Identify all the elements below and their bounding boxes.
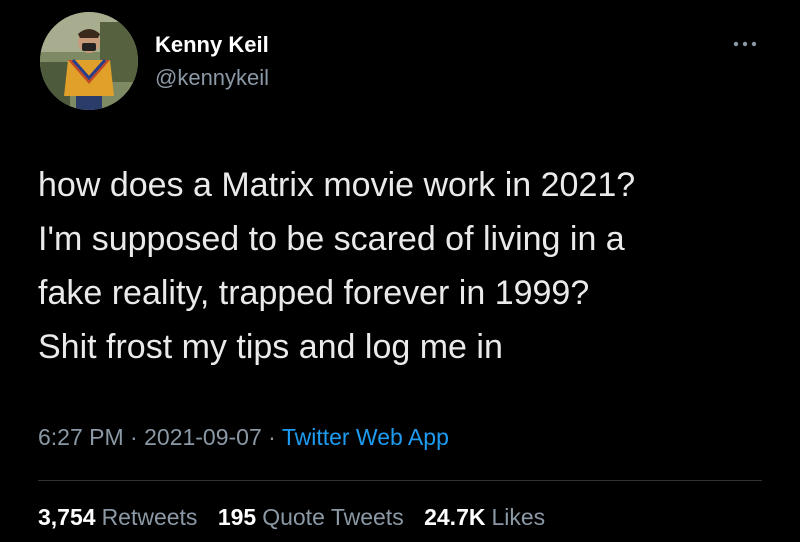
quote-tweets-label: Quote Tweets [262,504,404,530]
tweet-time[interactable]: 6:27 PM [38,424,124,450]
author-display-name[interactable]: Kenny Keil [155,32,269,58]
divider [38,480,762,481]
tweet-source-link[interactable]: Twitter Web App [282,424,449,450]
meta-separator: · [130,424,138,450]
retweets-label: Retweets [101,504,198,530]
tweet-text-line: I'm supposed to be scared of living in a [38,220,625,258]
likes-label: Likes [491,504,546,530]
tweet-text-line: fake reality, trapped forever in 1999? [38,274,590,312]
tweet-stats: 3,754 Retweets 195 Quote Tweets 24.7K Likes [38,502,559,532]
avatar-image [40,12,138,110]
quote-tweets-count: 195 [217,504,257,530]
likes-stat[interactable]: 24.7K Likes [424,504,545,530]
meta-separator: · [268,424,276,450]
tweet-text: how does a Matrix movie work in 2021? I'… [38,158,778,374]
more-horizontal-icon[interactable] [730,34,760,54]
retweets-count: 3,754 [38,504,96,530]
tweet-text-line: Shit frost my tips and log me in [38,328,503,366]
quote-tweets-stat[interactable]: 195 Quote Tweets [218,504,404,530]
tweet-text-line: how does a Matrix movie work in 2021? [38,166,636,204]
likes-count: 24.7K [424,504,486,530]
retweets-stat[interactable]: 3,754 Retweets [38,504,197,530]
avatar[interactable] [40,12,138,110]
tweet-card: Kenny Keil @kennykeil how does a Matrix … [0,0,800,542]
tweet-date[interactable]: 2021-09-07 [144,424,262,450]
tweet-meta: 6:27 PM · 2021-09-07 · Twitter Web App [38,422,449,452]
author-handle[interactable]: @kennykeil [155,65,269,91]
